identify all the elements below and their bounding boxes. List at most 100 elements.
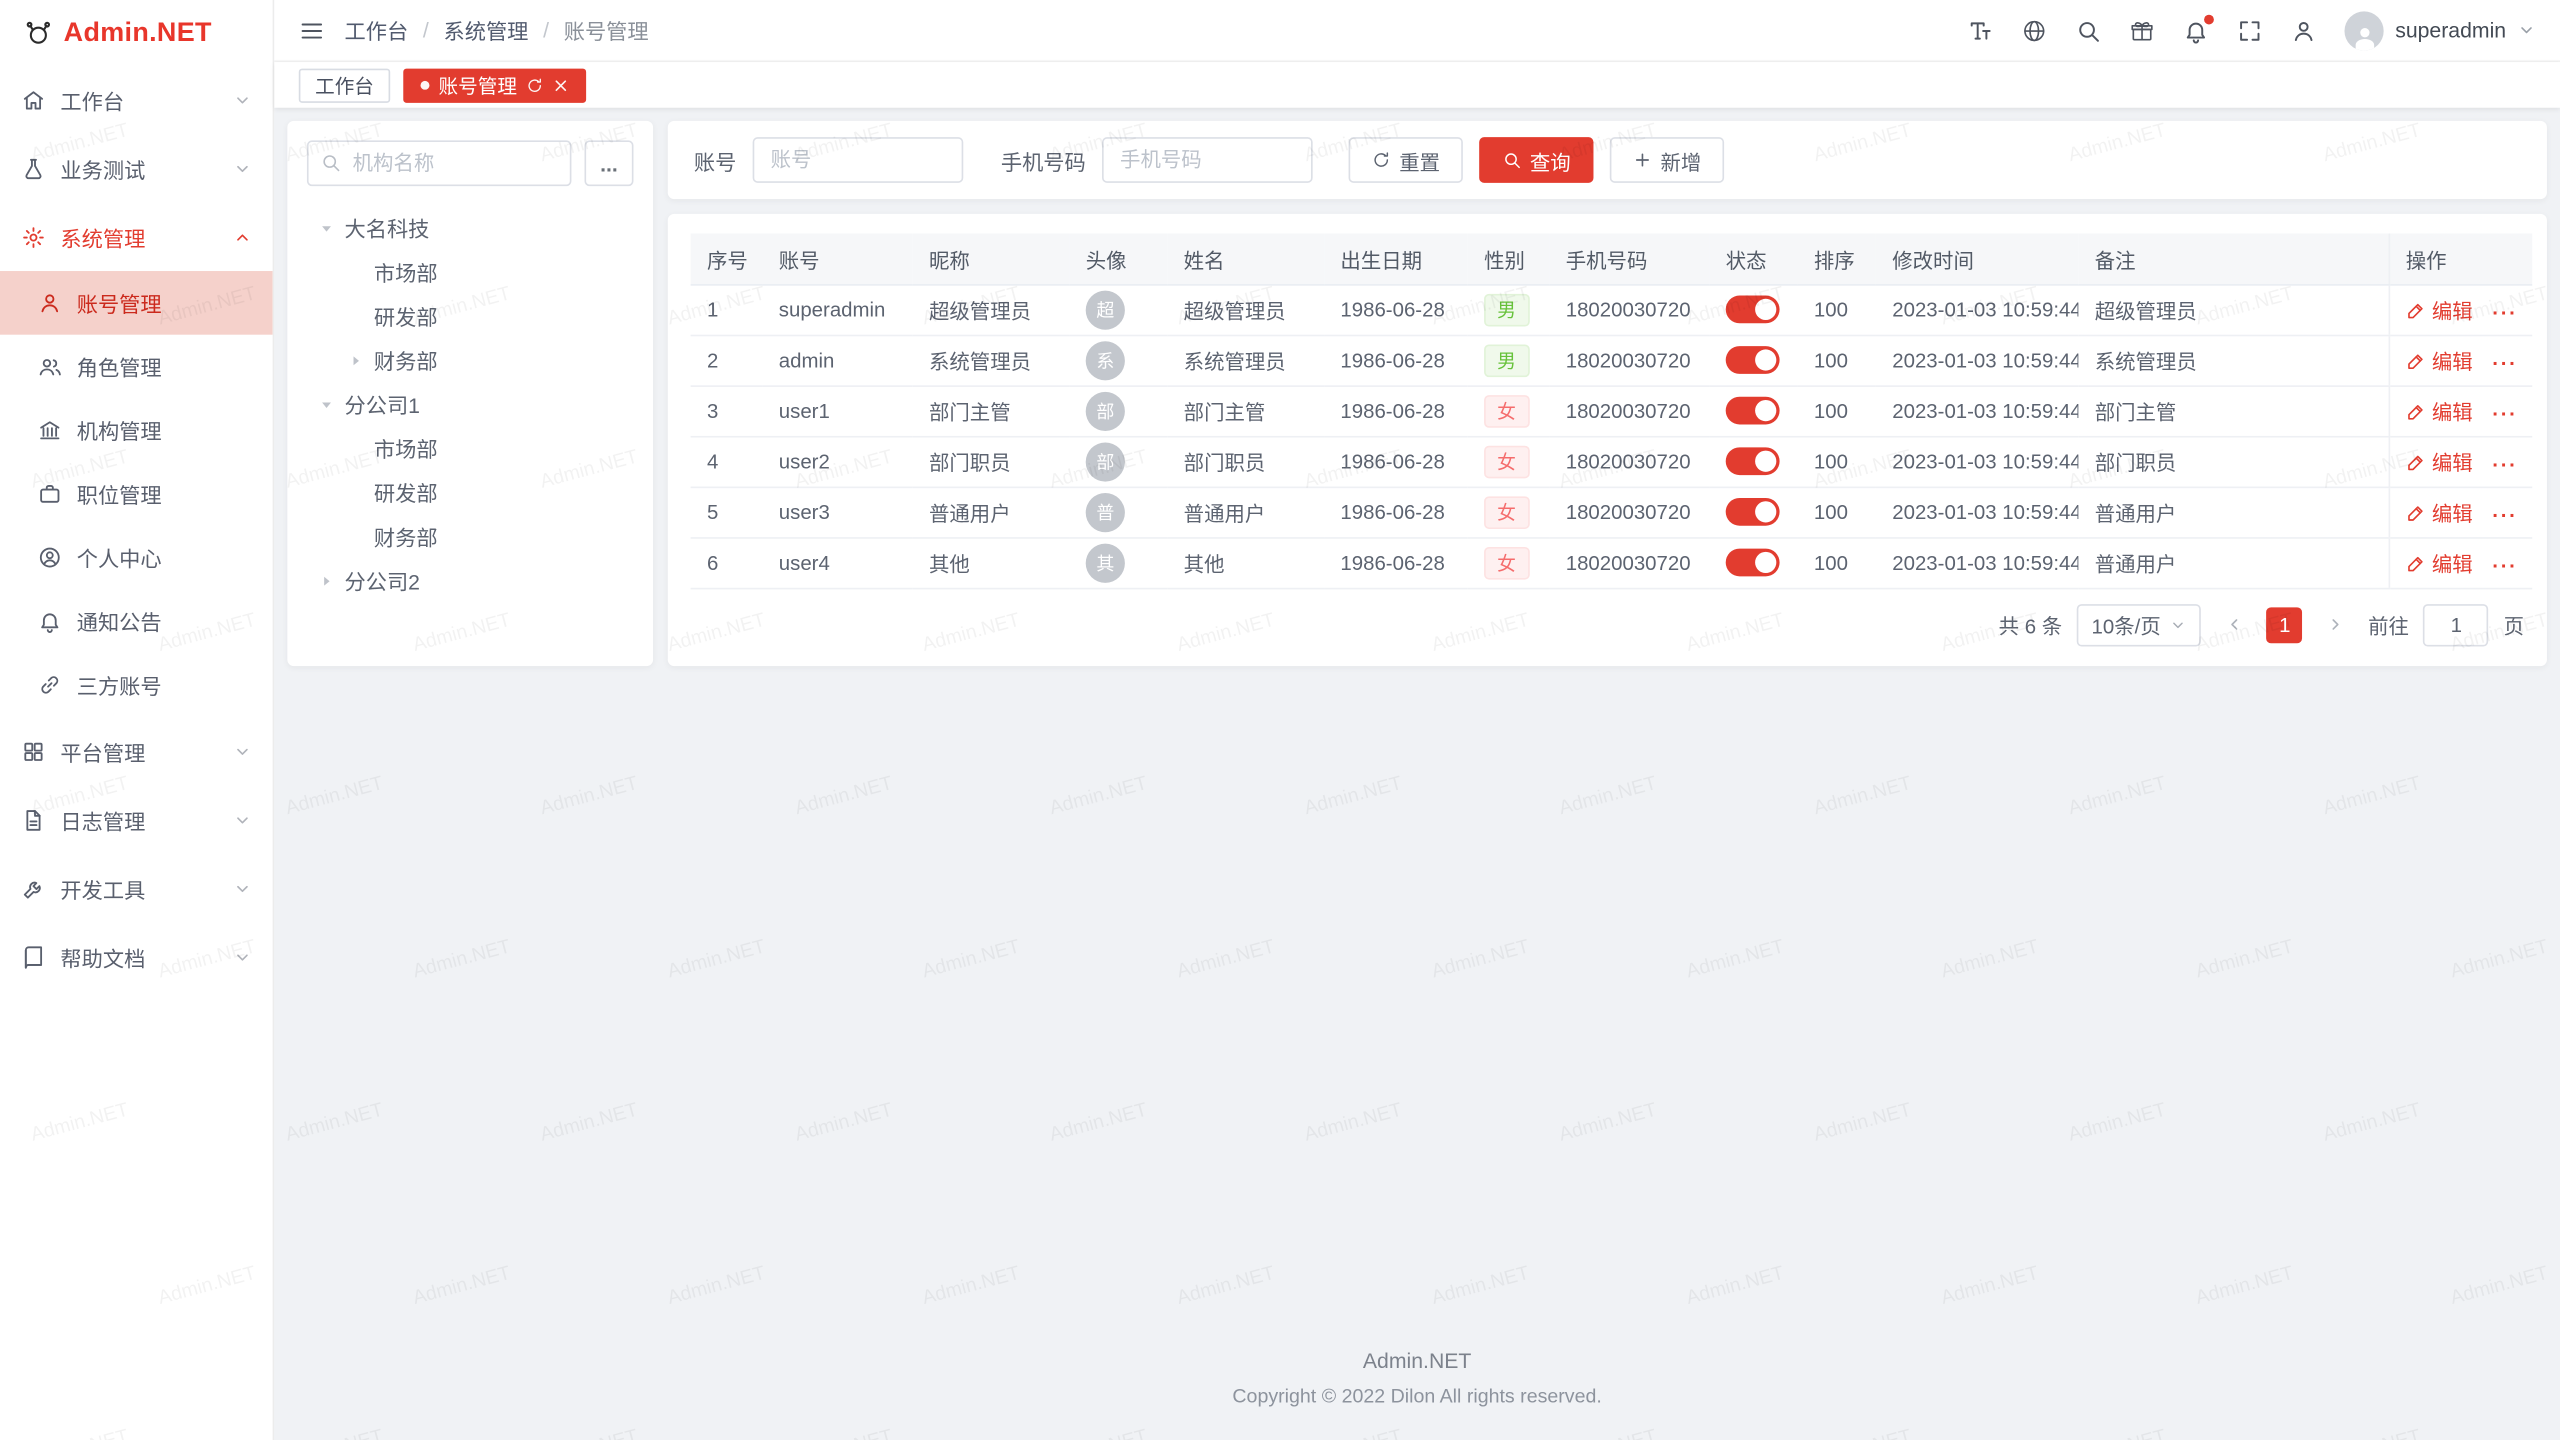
- sidebar-item-system-management[interactable]: 系统管理: [0, 202, 273, 271]
- status-toggle[interactable]: [1726, 549, 1780, 577]
- sidebar-item-account-management[interactable]: 账号管理: [0, 271, 273, 335]
- collapse-menu-icon[interactable]: [299, 17, 325, 43]
- tree-node[interactable]: 分公司2: [307, 558, 634, 602]
- sidebar-item-role-management[interactable]: 角色管理: [0, 335, 273, 399]
- page-size-select[interactable]: 10条/页: [2077, 603, 2202, 645]
- org-search-input[interactable]: [307, 140, 571, 186]
- search-button[interactable]: 查询: [1479, 137, 1593, 183]
- tree-node[interactable]: 研发部: [307, 294, 634, 338]
- close-icon[interactable]: [551, 76, 569, 94]
- breadcrumb-item[interactable]: 工作台: [344, 15, 408, 46]
- edit-icon: [2406, 451, 2426, 471]
- search-icon[interactable]: [2075, 17, 2101, 43]
- language-icon[interactable]: [2021, 17, 2047, 43]
- row-more-button[interactable]: ···: [2492, 301, 2517, 324]
- cell-phone: 18020030720: [1549, 385, 1709, 436]
- tree-node[interactable]: 市场部: [307, 250, 634, 294]
- tree-node[interactable]: 财务部: [307, 338, 634, 382]
- row-more-button[interactable]: ···: [2492, 504, 2517, 527]
- tab-workbench[interactable]: 工作台: [299, 68, 390, 102]
- tree-node[interactable]: 市场部: [307, 426, 634, 470]
- tree-node-label: 市场部: [374, 256, 438, 287]
- status-toggle[interactable]: [1726, 447, 1780, 475]
- cell-sort: 100: [1798, 436, 1876, 487]
- topbar-actions: superadmin: [1967, 11, 2535, 50]
- refresh-icon[interactable]: [525, 76, 543, 94]
- account-input[interactable]: [753, 137, 964, 183]
- caret-icon[interactable]: [343, 347, 369, 373]
- edit-button[interactable]: 编辑: [2406, 395, 2473, 426]
- sidebar-item-label: 角色管理: [77, 351, 162, 382]
- user-menu[interactable]: superadmin: [2345, 11, 2536, 50]
- gender-tag: 男: [1484, 293, 1529, 326]
- footer-copyright: Copyright © 2022 Dilon All rights reserv…: [287, 1384, 2547, 1407]
- cell-sort: 100: [1798, 537, 1876, 588]
- refresh-icon: [1371, 150, 1391, 170]
- sidebar-item-help-docs[interactable]: 帮助文档: [0, 922, 273, 991]
- gender-tag: 男: [1484, 344, 1529, 377]
- edit-button[interactable]: 编辑: [2406, 294, 2473, 325]
- sidebar-item-third-party-account[interactable]: 三方账号: [0, 653, 273, 717]
- user-icon[interactable]: [2291, 17, 2317, 43]
- caret-icon[interactable]: [313, 567, 339, 593]
- gift-icon[interactable]: [2129, 17, 2155, 43]
- row-more-button[interactable]: ···: [2492, 554, 2517, 577]
- status-toggle[interactable]: [1726, 346, 1780, 374]
- sidebar-item-workbench[interactable]: 工作台: [0, 65, 273, 134]
- sidebar-item-log-management[interactable]: 日志管理: [0, 785, 273, 854]
- logo[interactable]: Admin.NET: [0, 0, 273, 65]
- fullscreen-icon[interactable]: [2237, 17, 2263, 43]
- font-size-icon[interactable]: [1967, 17, 1993, 43]
- user-avatar: [2345, 11, 2384, 50]
- sidebar-item-personal-center[interactable]: 个人中心: [0, 526, 273, 590]
- right-column: 账号 手机号码 重置 查询: [668, 121, 2547, 665]
- status-toggle[interactable]: [1726, 498, 1780, 526]
- reset-button[interactable]: 重置: [1349, 137, 1463, 183]
- profile-icon: [38, 545, 62, 569]
- cell-time: 2023-01-03 10:59:44: [1876, 436, 2078, 487]
- edit-icon: [2406, 502, 2426, 522]
- sidebar-item-notice-announcement[interactable]: 通知公告: [0, 589, 273, 653]
- page-number-1[interactable]: 1: [2267, 607, 2303, 643]
- cell-phone: 18020030720: [1549, 335, 1709, 386]
- caret-icon[interactable]: [313, 215, 339, 241]
- sidebar-item-label: 个人中心: [77, 542, 162, 573]
- cell-time: 2023-01-03 10:59:44: [1876, 385, 2078, 436]
- row-more-button[interactable]: ···: [2492, 453, 2517, 476]
- tab-account-management[interactable]: 账号管理: [403, 68, 585, 102]
- sidebar-item-position-management[interactable]: 职位管理: [0, 462, 273, 526]
- sidebar-item-org-management[interactable]: 机构管理: [0, 398, 273, 462]
- prev-page-button[interactable]: [2216, 607, 2252, 643]
- sidebar-item-label: 开发工具: [60, 873, 218, 904]
- row-more-button[interactable]: ···: [2492, 352, 2517, 375]
- add-button[interactable]: 新增: [1610, 137, 1724, 183]
- sidebar-item-dev-tools[interactable]: 开发工具: [0, 854, 273, 923]
- edit-button[interactable]: 编辑: [2406, 547, 2473, 578]
- tree-node[interactable]: 大名科技: [307, 206, 634, 250]
- tree-node[interactable]: 分公司1: [307, 382, 634, 426]
- breadcrumb-item[interactable]: 系统管理: [443, 15, 528, 46]
- tree-node[interactable]: 研发部: [307, 470, 634, 514]
- caret-icon[interactable]: [313, 391, 339, 417]
- phone-input[interactable]: [1102, 137, 1313, 183]
- status-toggle[interactable]: [1726, 296, 1780, 324]
- chevron-down-icon: [233, 879, 251, 897]
- tree-node[interactable]: 财务部: [307, 514, 634, 558]
- edit-button[interactable]: 编辑: [2406, 446, 2473, 477]
- cell-name: 部门主管: [1167, 385, 1324, 436]
- row-more-button[interactable]: ···: [2492, 402, 2517, 425]
- edit-button[interactable]: 编辑: [2406, 344, 2473, 375]
- book-icon: [21, 944, 45, 968]
- org-more-button[interactable]: ...: [584, 140, 633, 186]
- bell-icon[interactable]: [2183, 17, 2209, 43]
- breadcrumb-item[interactable]: 账号管理: [564, 15, 649, 46]
- sidebar-item-business-test[interactable]: 业务测试: [0, 134, 273, 203]
- org-tree: 大名科技市场部研发部财务部分公司1市场部研发部财务部分公司2: [307, 206, 634, 603]
- next-page-button[interactable]: [2318, 607, 2354, 643]
- cell-birth: 1986-06-28: [1324, 487, 1468, 538]
- sidebar-item-platform-management[interactable]: 平台管理: [0, 717, 273, 786]
- cell-time: 2023-01-03 10:59:44: [1876, 335, 2078, 386]
- goto-page-input[interactable]: [2424, 603, 2489, 645]
- status-toggle[interactable]: [1726, 397, 1780, 425]
- edit-button[interactable]: 编辑: [2406, 496, 2473, 527]
